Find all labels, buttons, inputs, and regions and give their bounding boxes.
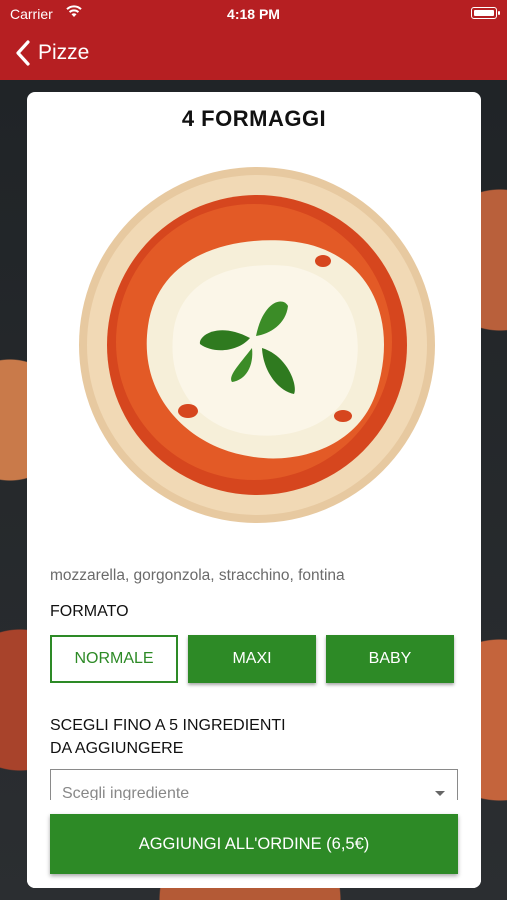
add-to-order-bar: AGGIUNGI ALL'ORDINE (6,5€) (27, 800, 481, 888)
navigation-bar: Pizze (0, 28, 507, 78)
header-bar: Carrier 4:18 PM Pizze (0, 0, 507, 80)
back-button[interactable]: Pizze (14, 40, 89, 66)
format-label: FORMATO (50, 603, 129, 620)
ingredients-label: SCEGLI FINO A 5 INGREDIENTI DA AGGIUNGER… (50, 714, 350, 760)
add-to-order-button[interactable]: AGGIUNGI ALL'ORDINE (6,5€) (50, 814, 458, 874)
status-bar: Carrier 4:18 PM (0, 0, 507, 28)
back-label: Pizze (38, 41, 90, 64)
product-title: 4 FORMAGGI (181, 106, 327, 131)
format-normale-button[interactable]: NORMALE (50, 635, 178, 683)
chevron-left-icon (16, 40, 30, 66)
battery-icon (471, 7, 500, 19)
pizza-image (78, 166, 436, 524)
product-description: mozzarella, gorgonzola, stracchino, font… (50, 567, 345, 584)
ingredients-label-line2: DA AGGIUNGERE (50, 740, 184, 757)
product-card: 4 FORMAGGI mozzarella, gorgonzola, strac… (27, 92, 481, 888)
format-maxi-button[interactable]: MAXI (188, 635, 316, 683)
clock: 4:18 PM (227, 6, 280, 22)
format-baby-button[interactable]: BABY (326, 635, 454, 683)
format-options: NORMALE MAXI BABY (50, 635, 454, 683)
caret-down-icon (435, 791, 445, 796)
ingredients-label-line1: SCEGLI FINO A 5 INGREDIENTI (50, 717, 286, 734)
